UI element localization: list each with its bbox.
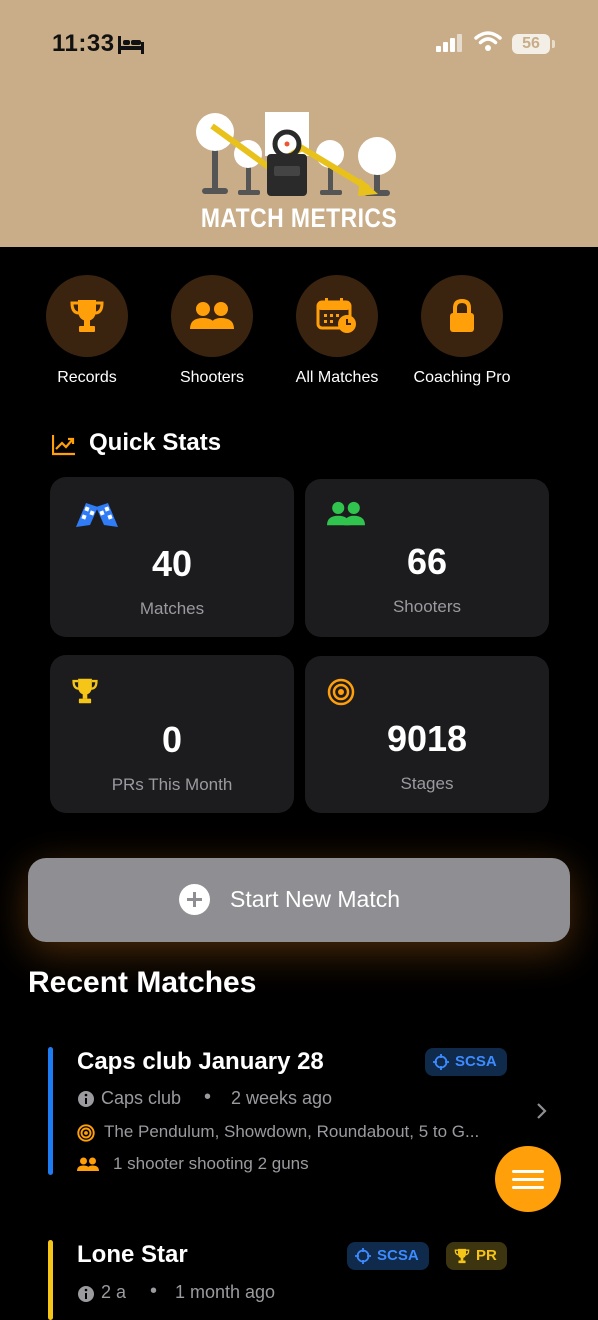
match-name: Caps club January 28 <box>77 1048 324 1075</box>
nav-coaching-pro[interactable]: Coaching Pro <box>392 275 532 387</box>
target-icon <box>77 1124 95 1142</box>
info-icon <box>78 1091 94 1107</box>
stat-card-matches[interactable]: 40 Matches <box>50 477 294 637</box>
nav-records-circle <box>46 275 128 357</box>
match-metrics-logo-icon <box>196 112 396 196</box>
scsa-badge: SCSA <box>347 1242 429 1270</box>
match-shooters: 1 shooter shooting 2 guns <box>113 1154 309 1173</box>
users-icon <box>327 501 365 526</box>
status-time: 11:33 <box>52 30 115 57</box>
recent-matches-title: Recent Matches <box>28 966 257 999</box>
nav-all-matches-circle <box>296 275 378 357</box>
match-club: Caps club <box>101 1088 182 1108</box>
match-accent-bar <box>48 1240 53 1320</box>
wifi-icon <box>474 31 502 51</box>
battery-tip <box>552 40 555 48</box>
start-new-match-label: Start New Match <box>230 886 400 912</box>
checkered-flags-icon <box>76 503 118 527</box>
nav-records-label: Records <box>57 369 117 386</box>
trend-chart-icon <box>52 435 75 456</box>
stat-value: 66 <box>406 541 448 582</box>
badge-label: SCSA <box>455 1053 497 1070</box>
start-new-match-button[interactable]: Start New Match <box>28 858 570 942</box>
hamburger-line <box>512 1186 544 1189</box>
target-icon <box>327 678 355 706</box>
hamburger-line <box>512 1178 544 1181</box>
calendar-clock-icon <box>316 298 356 333</box>
stat-card-prs[interactable]: 0 PRs This Month <box>50 655 294 813</box>
crosshair-icon <box>433 1054 449 1070</box>
app-header: 11:33 56 MATCH METRICS <box>0 0 598 247</box>
stat-card-stages[interactable]: 9018 Stages <box>305 656 549 813</box>
stat-label: Shooters <box>392 597 462 616</box>
nav-shooters[interactable]: Shooters <box>142 275 282 387</box>
battery-indicator: 56 <box>512 34 550 54</box>
stat-value: 0 <box>161 719 183 760</box>
nav-coaching-pro-circle <box>421 275 503 357</box>
chevron-right-icon <box>537 1103 547 1119</box>
stat-value: 9018 <box>386 718 468 759</box>
stat-value: 40 <box>151 543 193 584</box>
sleep-mode-icon <box>118 36 144 54</box>
plus-circle-icon <box>179 884 210 915</box>
match-name: Lone Star <box>77 1241 188 1268</box>
pr-badge: PR <box>446 1242 507 1270</box>
cellular-signal-icon <box>436 34 462 52</box>
scsa-badge: SCSA <box>425 1048 507 1076</box>
app-logo-text: MATCH METRICS <box>200 203 398 233</box>
match-accent-bar <box>48 1047 53 1175</box>
meta-separator: • <box>204 1086 212 1108</box>
nav-shooters-circle <box>171 275 253 357</box>
quick-stats-title: Quick Stats <box>89 429 222 456</box>
nav-all-matches[interactable]: All Matches <box>267 275 407 387</box>
menu-fab-button[interactable] <box>495 1146 561 1212</box>
users-icon <box>190 302 234 329</box>
lock-icon <box>450 299 474 332</box>
trophy-icon <box>454 1248 470 1264</box>
trophy-icon <box>70 300 104 332</box>
nav-shooters-label: Shooters <box>179 369 245 386</box>
badge-label: SCSA <box>377 1247 419 1264</box>
nav-coaching-pro-label: Coaching Pro <box>413 369 511 386</box>
users-icon <box>77 1157 99 1171</box>
match-when: 2 weeks ago <box>231 1088 333 1108</box>
trophy-icon <box>72 678 98 704</box>
info-icon <box>78 1286 94 1302</box>
badge-label: PR <box>476 1247 497 1264</box>
stat-label: Stages <box>400 774 454 793</box>
hamburger-line <box>512 1170 544 1173</box>
crosshair-icon <box>355 1248 371 1264</box>
nav-all-matches-label: All Matches <box>295 369 379 386</box>
stat-label: Matches <box>139 599 205 618</box>
stat-card-shooters[interactable]: 66 Shooters <box>305 479 549 637</box>
stat-label: PRs This Month <box>111 775 233 794</box>
match-stages: The Pendulum, Showdown, Roundabout, 5 to… <box>104 1122 480 1141</box>
nav-records[interactable]: Records <box>17 275 157 387</box>
